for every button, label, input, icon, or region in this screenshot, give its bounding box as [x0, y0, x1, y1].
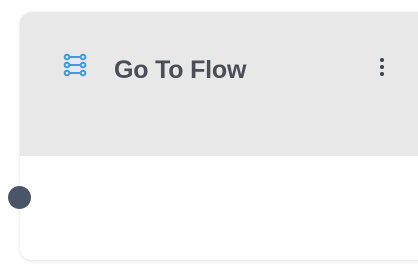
kebab-dot	[380, 65, 384, 69]
kebab-menu-icon[interactable]	[375, 52, 389, 82]
node-header: Go To Flow	[20, 12, 418, 156]
node-body	[20, 156, 418, 260]
flow-icon	[63, 53, 87, 77]
node-input-handle[interactable]	[8, 186, 31, 209]
flow-canvas[interactable]: Go To Flow	[0, 0, 418, 264]
kebab-dot	[380, 72, 384, 76]
node-title: Go To Flow	[114, 56, 247, 84]
go-to-flow-node[interactable]: Go To Flow	[20, 12, 418, 260]
kebab-dot	[380, 58, 384, 62]
